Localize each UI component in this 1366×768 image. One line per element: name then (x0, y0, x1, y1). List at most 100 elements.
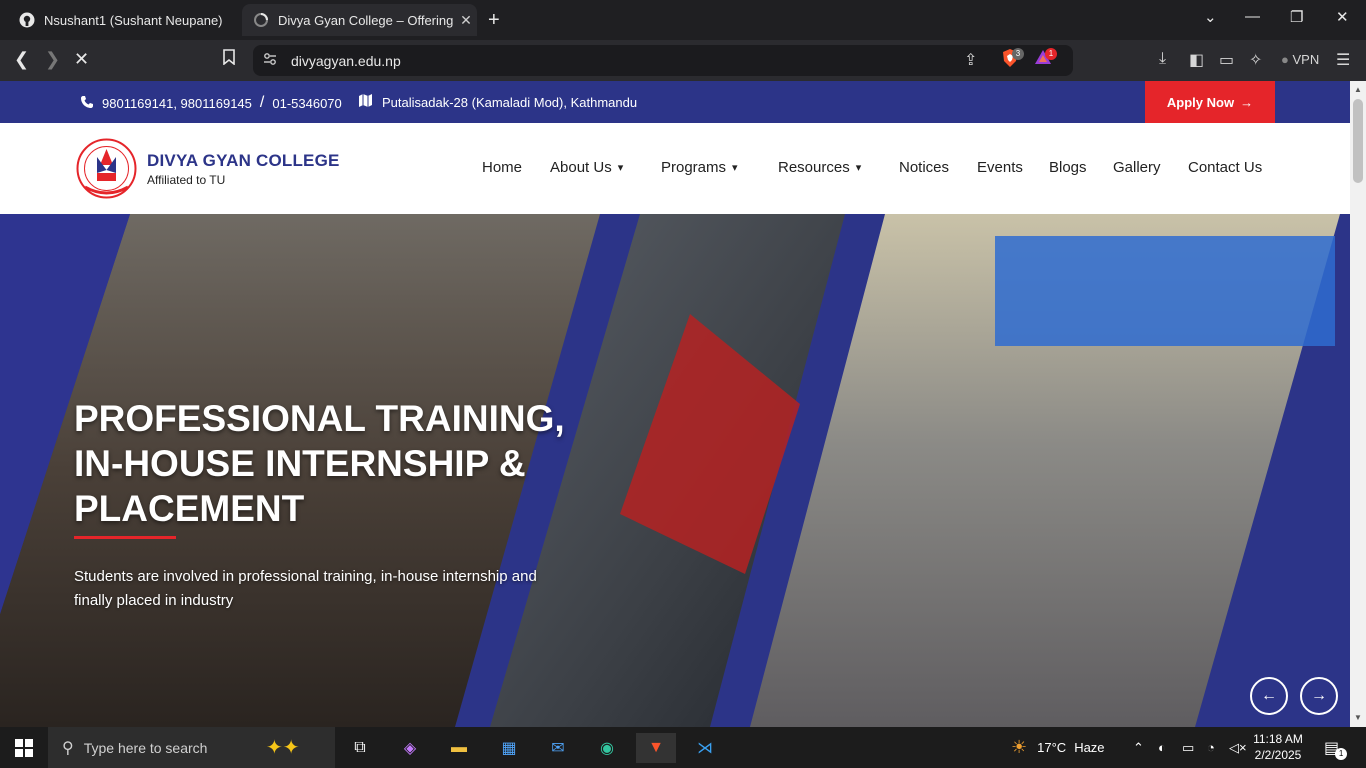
wallet-icon[interactable]: ▭ (1219, 50, 1234, 70)
college-name: DIVYA GYAN COLLEGE (147, 151, 340, 170)
nav-label: Programs (661, 159, 727, 176)
weather-widget[interactable]: ☀ 17°C Haze (1011, 727, 1105, 768)
phone-info: 9801169141, 9801169145 / 01-5346070 (80, 94, 342, 112)
hero-title-line: PROFESSIONAL TRAINING, (74, 398, 565, 439)
windows-start-icon[interactable] (4, 733, 44, 763)
nav-label: Home (482, 159, 523, 176)
apply-now-label: Apply Now (1166, 94, 1235, 110)
nav-label: Notices (899, 159, 950, 176)
notification-icon[interactable]: ▤ 1 (1324, 727, 1351, 768)
scroll-up-icon[interactable]: ▲ (1354, 85, 1362, 94)
landline-number[interactable]: 01-5346070 (272, 96, 341, 111)
windows-taskbar: ⚲ Type here to search ✦✦ ⧉ ◈ ▬ ▦ ✉ ◉ ▼ ⋊… (0, 727, 1366, 768)
nav-about-us[interactable]: About Us ▾ (550, 159, 623, 176)
new-tab-button[interactable]: + (488, 8, 500, 32)
address-text: Putalisadak-28 (Kamaladi Mod), Kathmandu (382, 94, 638, 110)
scroll-down-icon[interactable]: ▼ (1354, 713, 1362, 722)
loading-icon (252, 11, 270, 29)
maximize-button[interactable]: ❐ (1290, 8, 1303, 26)
hero-title-line: IN-HOUSE INTERNSHIP & (74, 443, 526, 484)
nav-label: About Us (550, 159, 612, 176)
map-icon (359, 94, 372, 110)
download-icon[interactable]: ⤓ (1159, 50, 1166, 68)
phone-numbers[interactable]: 9801169141, 9801169145 (102, 96, 252, 111)
rewards-count-badge: 1 (1045, 48, 1057, 60)
affiliation-text: Affiliated to TU (147, 173, 226, 187)
back-icon[interactable]: ❮ (14, 49, 29, 70)
site-header: DIVYA GYAN COLLEGE Affiliated to TU Home… (0, 123, 1350, 214)
nav-label: Blogs (1049, 159, 1087, 176)
forward-icon[interactable]: ❯ (45, 49, 60, 70)
close-window-button[interactable]: ✕ (1336, 8, 1349, 26)
leo-ai-icon[interactable]: ✧ (1249, 50, 1262, 70)
arrow-right-icon: → (1311, 687, 1327, 704)
hero-title: PROFESSIONAL TRAINING, IN-HOUSE INTERNSH… (74, 396, 634, 531)
web-page: 9801169141, 9801169145 / 01-5346070 Puta… (0, 81, 1350, 727)
vpn-button[interactable]: ● VPN (1281, 52, 1319, 67)
search-highlight-icon: ✦✦ (266, 737, 300, 759)
nav-label: Events (977, 159, 1023, 176)
hero-subtitle: Students are involved in professional tr… (74, 568, 537, 609)
apply-now-button[interactable]: Apply Now → (1145, 81, 1275, 123)
vpn-label: VPN (1292, 52, 1320, 67)
shields-count-badge: 3 (1012, 48, 1024, 60)
share-icon[interactable]: ⇪ (964, 50, 977, 70)
close-tab-icon[interactable]: ✕ (455, 12, 477, 29)
copilot-icon[interactable]: ◈ (390, 733, 430, 763)
phone-separator: / (259, 94, 265, 111)
tab-title: Divya Gyan College – Offering Bachelor (278, 12, 455, 28)
nav-resources[interactable]: Resources ▾ (778, 159, 861, 176)
system-clock[interactable]: 11:18 AM 2/2/2025 (1250, 731, 1306, 763)
mail-icon[interactable]: ✉ (538, 733, 578, 763)
wifi-icon[interactable]: ◔ (1207, 727, 1215, 768)
edge-icon[interactable]: ◉ (587, 733, 627, 763)
chevron-up-icon[interactable]: ⌃ (1133, 727, 1144, 768)
chevron-down-icon: ▾ (855, 162, 862, 174)
chevron-down-icon: ▾ (617, 162, 624, 174)
hero-banner: PROFESSIONAL TRAINING, IN-HOUSE INTERNSH… (0, 214, 1350, 727)
nav-label: Resources (778, 159, 850, 176)
college-logo[interactable] (75, 137, 138, 200)
page-scrollbar[interactable]: ▲ ▼ (1350, 81, 1366, 727)
meet-now-icon[interactable]: ◐ (1158, 727, 1166, 768)
address-info: Putalisadak-28 (Kamaladi Mod), Kathmandu (359, 94, 637, 110)
slider-next-button[interactable]: → (1300, 677, 1338, 715)
file-explorer-icon[interactable]: ▬ (439, 733, 479, 763)
hero-title-line: PLACEMENT (74, 488, 305, 529)
nav-blogs[interactable]: Blogs (1049, 159, 1087, 176)
nav-programs[interactable]: Programs ▾ (661, 159, 738, 176)
microsoft-store-icon[interactable]: ▦ (489, 733, 529, 763)
nav-notices[interactable]: Notices (899, 159, 949, 176)
tab-divya-gyan[interactable]: Divya Gyan College – Offering Bachelor ✕ (242, 4, 477, 36)
battery-icon[interactable]: ▭ (1182, 727, 1194, 768)
hero-underline (74, 536, 176, 539)
address-bar[interactable]: divyagyan.edu.np (253, 45, 1073, 76)
menu-icon[interactable]: ☰ (1336, 50, 1350, 70)
nav-gallery[interactable]: Gallery (1113, 159, 1161, 176)
brand-block[interactable]: DIVYA GYAN COLLEGE Affiliated to TU (147, 151, 340, 187)
nav-label: Contact Us (1188, 159, 1263, 176)
task-view-icon[interactable]: ⧉ (340, 733, 380, 763)
browser-tab-bar: Nsushant1 (Sushant Neupane) Divya Gyan C… (0, 0, 1366, 40)
bookmark-icon[interactable] (222, 49, 236, 70)
tab-github[interactable]: Nsushant1 (Sushant Neupane) (8, 4, 238, 36)
stop-loading-icon[interactable]: ✕ (74, 49, 89, 70)
clock-date: 2/2/2025 (1254, 748, 1302, 762)
tab-search-icon[interactable]: ⌄ (1204, 8, 1217, 26)
nav-events[interactable]: Events (977, 159, 1023, 176)
arrow-left-icon: ← (1261, 687, 1277, 704)
haze-icon: ☀ (1011, 737, 1028, 757)
tab-title: Nsushant1 (Sushant Neupane) (44, 12, 223, 28)
taskbar-search[interactable]: ⚲ Type here to search ✦✦ (48, 727, 335, 768)
minimize-button[interactable]: — (1245, 8, 1260, 25)
vscode-icon[interactable]: ⋊ (685, 733, 725, 763)
volume-muted-icon[interactable]: ◁× (1229, 727, 1247, 768)
search-placeholder: Type here to search (83, 739, 208, 756)
nav-contact-us[interactable]: Contact Us (1188, 159, 1262, 176)
site-info-icon[interactable] (263, 52, 277, 71)
scroll-thumb[interactable] (1353, 99, 1363, 183)
brave-taskbar-icon[interactable]: ▼ (636, 733, 676, 763)
nav-home[interactable]: Home (482, 159, 522, 176)
sidebar-icon[interactable]: ◧ (1189, 50, 1204, 70)
slider-prev-button[interactable]: ← (1250, 677, 1288, 715)
